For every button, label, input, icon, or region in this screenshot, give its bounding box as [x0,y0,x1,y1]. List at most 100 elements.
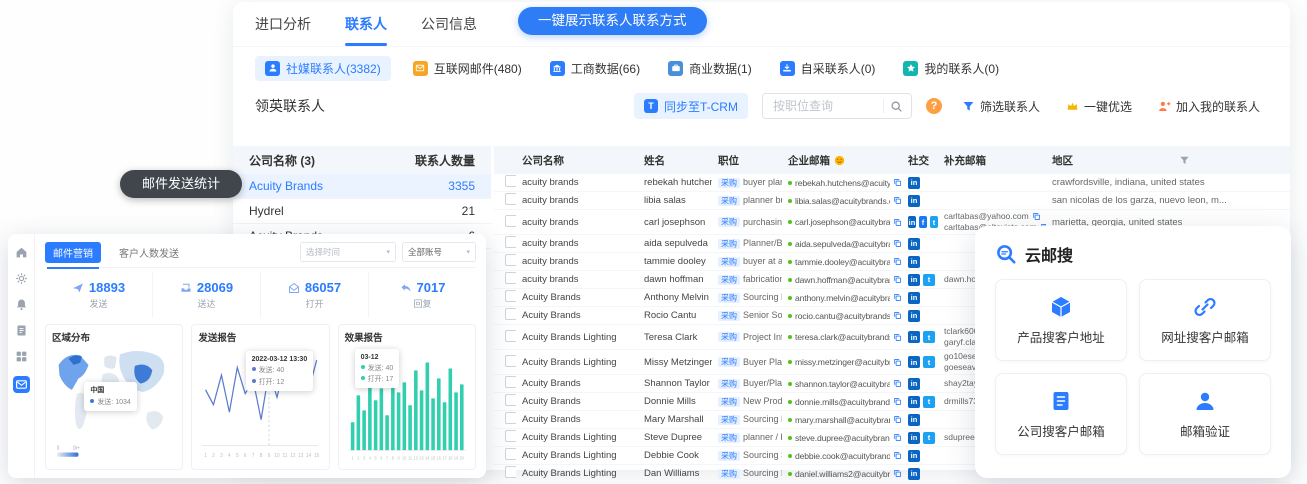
one-click-select-button[interactable]: 一键优选 [1060,97,1138,116]
row-checkbox[interactable] [505,330,516,342]
add-to-my-contacts-button[interactable]: 加入我的联系人 [1152,97,1266,116]
row-checkbox[interactable] [505,430,516,442]
linkedin-icon[interactable]: in [908,177,920,189]
linkedin-icon[interactable]: in [908,274,920,286]
account-select[interactable]: 全部账号 ▾ [402,242,476,262]
linkedin-icon[interactable]: in [908,414,920,426]
gear-icon[interactable] [15,272,28,285]
cell-email: debbie.cook@acuitybrands.com [782,451,902,461]
row-checkbox[interactable] [505,272,516,284]
box-icon [1049,295,1073,319]
row-checkbox[interactable] [505,175,516,187]
cell-email: steve.dupree@acuitybrands.com [782,433,902,443]
cell-company: Acuity Brands [516,292,638,303]
source-chip-4[interactable]: 自采联系人(0) [774,56,882,81]
home-icon[interactable] [15,246,28,259]
row-checkbox[interactable] [505,236,516,248]
svg-text:7: 7 [252,453,255,460]
cell-name: Debbie Cook [638,450,712,461]
stats-tab-0[interactable]: 邮件营销 [45,242,101,263]
sync-to-tcrm-button[interactable]: T 同步至T-CRM [634,93,748,119]
tab-import-analysis[interactable]: 进口分析 [255,2,311,46]
contact-row-0[interactable]: acuity brandsrebekah hutchens采购buyer pla… [494,174,1290,192]
row-checkbox[interactable] [505,412,516,424]
row-checkbox[interactable] [505,308,516,320]
verified-dot [788,335,792,339]
verified-dot [788,418,792,422]
linkedin-icon[interactable]: in [908,432,920,444]
company-row-0[interactable]: Acuity Brands3355 [233,174,491,199]
source-chip-1[interactable]: 互联网邮件(480) [407,56,528,81]
row-checkbox[interactable] [505,376,516,388]
twitter-icon[interactable]: t [923,331,935,343]
chevron-down-icon: ▾ [466,248,470,256]
twitter-icon[interactable]: t [923,356,935,368]
copy-icon [893,275,902,284]
linkedin-icon[interactable]: in [908,195,920,207]
svg-text:14: 14 [425,455,430,460]
source-chip-2[interactable]: 工商数据(66) [544,56,646,81]
feature-card-1[interactable]: 网址搜客户邮箱 [1139,279,1271,361]
twitter-icon[interactable]: t [923,396,935,408]
row-checkbox[interactable] [505,254,516,266]
twitter-icon[interactable]: t [923,274,935,286]
stats-tab-1[interactable]: 客户人数发送 [111,242,187,263]
row-checkbox[interactable] [505,215,516,227]
row-checkbox[interactable] [505,193,516,205]
mail-icon[interactable] [13,376,30,393]
linkedin-icon[interactable]: in [908,238,920,250]
linkedin-icon[interactable]: in [908,256,920,268]
time-range-input[interactable]: 选择时间 ▾ [300,242,396,262]
help-icon[interactable]: ? [926,98,942,114]
document-icon[interactable] [15,324,28,337]
feature-card-2[interactable]: 公司搜客户邮箱 [995,373,1127,455]
linkedin-icon[interactable]: in [908,310,920,322]
tab-contacts[interactable]: 联系人 [345,2,387,46]
company-contact-count: 21 [462,204,491,218]
svg-text:5: 5 [374,455,377,460]
cell-email: dawn.hoffman@acuitybrands.com [782,275,902,285]
svg-text:10: 10 [275,453,280,460]
source-chip-0[interactable]: 社媒联系人(3382) [255,56,391,81]
linkedin-icon[interactable]: in [908,292,920,304]
row-checkbox[interactable] [505,448,516,460]
search-icon[interactable] [890,100,903,113]
row-checkbox[interactable] [505,466,516,478]
position-search-input[interactable] [771,98,877,114]
linkedin-icon[interactable]: in [908,468,920,480]
filter-contacts-button[interactable]: 筛选联系人 [956,97,1046,116]
region-filter-icon[interactable] [1179,155,1190,166]
facebook-icon[interactable]: f [919,216,927,228]
company-row-1[interactable]: Hydrel21 [233,199,491,224]
contact-row-1[interactable]: acuity brandslibia salas采购planner buyerl… [494,192,1290,210]
cell-position: 采购fabrication buyer an [712,274,782,285]
bell-icon[interactable] [15,298,28,311]
person-icon [265,61,280,76]
cell-company: Acuity Brands Lighting [516,357,638,368]
grid-icon[interactable] [15,350,28,363]
row-checkbox[interactable] [505,394,516,406]
linkedin-icon[interactable]: in [908,216,916,228]
feature-card-0[interactable]: 产品搜客户地址 [995,279,1127,361]
kpi-3: 7017回复 [368,272,476,318]
linkedin-icon[interactable]: in [908,378,920,390]
linkedin-icon[interactable]: in [908,356,920,368]
cell-company: Acuity Brands Lighting [516,432,638,443]
twitter-icon[interactable]: t [923,432,935,444]
row-checkbox[interactable] [505,290,516,302]
svg-text:12: 12 [413,455,418,460]
linkedin-icon[interactable]: in [908,331,920,343]
source-chip-3[interactable]: 商业数据(1) [662,56,758,81]
tab-company-info[interactable]: 公司信息 [421,2,477,46]
linkedin-icon[interactable]: in [908,396,920,408]
row-checkbox[interactable] [505,355,516,367]
source-chip-label: 社媒联系人(3382) [286,60,381,77]
twitter-icon[interactable]: t [930,216,938,228]
cell-company: Acuity Brands [516,378,638,389]
source-chip-5[interactable]: 我的联系人(0) [897,56,1005,81]
svg-text:1: 1 [351,455,354,460]
cell-position: 采购Project Intergration [712,332,782,343]
feature-card-3[interactable]: 邮箱验证 [1139,373,1271,455]
cell-position: 采购Senior Sourcing Man [712,310,782,321]
linkedin-icon[interactable]: in [908,450,920,462]
